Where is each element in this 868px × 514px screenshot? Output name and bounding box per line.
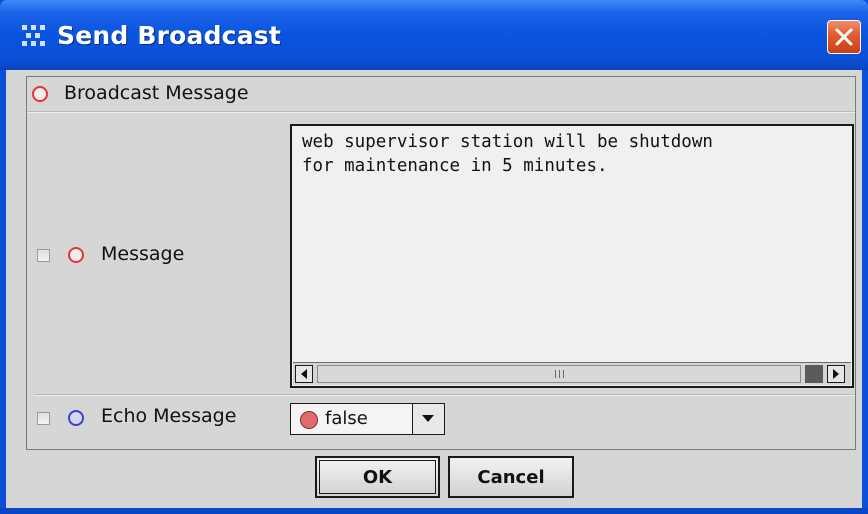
dialog-body: Broadcast Message Message web supervisor… <box>6 70 862 508</box>
window-title: Send Broadcast <box>57 21 282 50</box>
red-circle-icon <box>32 86 48 102</box>
message-status-icon <box>68 247 84 263</box>
message-checkbox[interactable] <box>37 249 50 262</box>
grip-icon <box>555 370 565 378</box>
close-icon <box>835 28 853 46</box>
arrow-left-icon <box>301 369 307 379</box>
message-text[interactable]: web supervisor station will be shutdown … <box>302 130 713 178</box>
section-header: Broadcast Message <box>64 82 249 104</box>
message-textarea[interactable]: web supervisor station will be shutdown … <box>290 124 854 388</box>
message-label: Message <box>101 243 185 265</box>
ok-button[interactable]: OK <box>315 456 440 498</box>
dropdown-button[interactable] <box>412 404 444 434</box>
scroll-thumb[interactable] <box>317 365 801 383</box>
echo-select[interactable]: false <box>290 403 445 435</box>
send-broadcast-dialog: Send Broadcast Broadcast Message Message… <box>0 0 868 514</box>
divider <box>27 111 855 113</box>
cancel-button[interactable]: Cancel <box>448 456 574 498</box>
scroll-left-button[interactable] <box>295 365 313 383</box>
horizontal-scrollbar[interactable] <box>293 362 851 385</box>
dots-grid-icon <box>22 25 46 47</box>
broadcast-panel: Broadcast Message Message web supervisor… <box>26 76 856 450</box>
echo-status-icon <box>68 410 84 426</box>
echo-label: Echo Message <box>101 405 237 427</box>
close-button[interactable] <box>827 20 861 54</box>
echo-checkbox[interactable] <box>37 412 50 425</box>
scroll-right-button[interactable] <box>827 365 845 383</box>
echo-selected-value: false <box>325 408 368 429</box>
arrow-right-icon <box>833 369 839 379</box>
chevron-down-icon <box>422 415 434 422</box>
scroll-track-end <box>805 365 823 383</box>
false-status-icon <box>300 411 318 429</box>
window-border <box>0 508 868 514</box>
title-bar[interactable]: Send Broadcast <box>0 0 868 70</box>
divider <box>35 394 855 396</box>
